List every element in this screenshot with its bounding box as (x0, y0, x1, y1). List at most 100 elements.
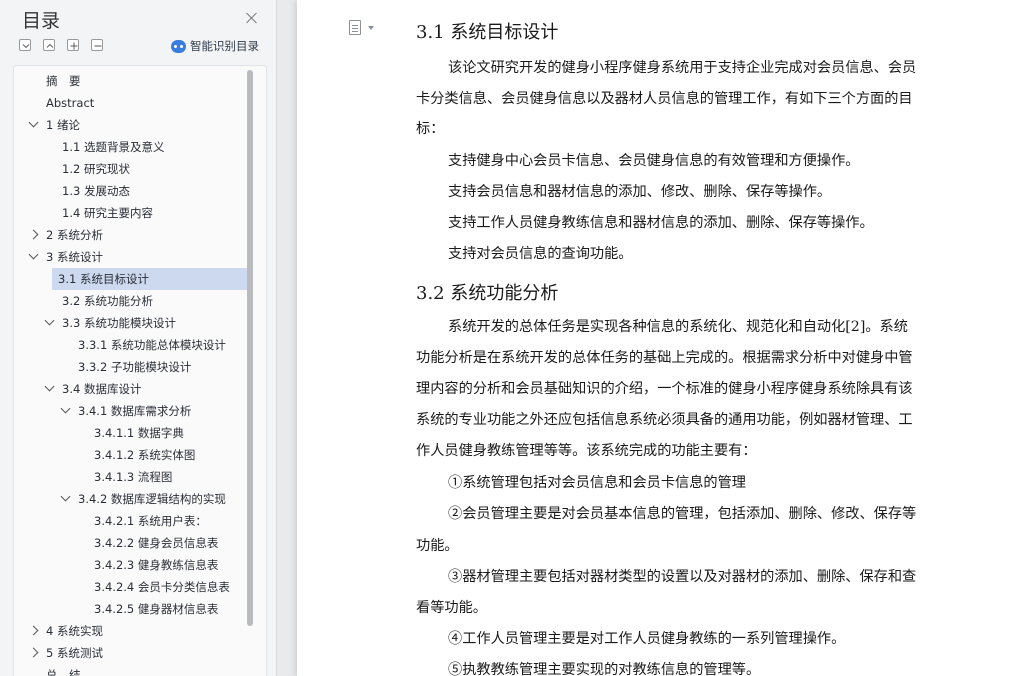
toc-item[interactable]: 3 系统设计 (24, 246, 248, 268)
toc-item[interactable]: 3.4.2 数据库逻辑结构的实现 (24, 488, 248, 510)
paragraph-line: ④工作人员管理主要是对工作人员健身教练的一系列管理操作。 (448, 631, 846, 647)
paragraph-line: 系统开发的总体任务是实现各种信息的系统化、规范化和自动化[2]。系统 (448, 319, 908, 335)
toc-item[interactable]: 3.3.1 系统功能总体模块设计 (24, 334, 248, 356)
chevron-right-icon[interactable] (28, 647, 39, 658)
paragraph-line: 支持健身中心会员卡信息、会员健身信息的有效管理和方便操作。 (448, 153, 860, 169)
toc-item[interactable]: 3.4.1 数据库需求分析 (24, 400, 248, 422)
toc-sidebar: 目录 智能识别目录 摘 要 Abstract 1 绪论 1.1 选题背景及意义 1.2 … (0, 0, 277, 676)
paragraph-line: 看等功能。 (416, 600, 487, 616)
toc-list: 摘 要 Abstract 1 绪论 1.1 选题背景及意义 1.2 研究现状 1.3 发展… (13, 65, 267, 676)
toc-item[interactable]: 4 系统实现 (24, 620, 248, 642)
toc-item-label: 3.4.1.2 系统实体图 (94, 448, 196, 462)
close-icon[interactable] (244, 10, 260, 26)
toc-item-label: 2 系统分析 (46, 228, 103, 242)
toc-item[interactable]: Abstract (24, 92, 248, 114)
toc-scrollbar[interactable] (247, 70, 253, 630)
toc-item-label: 摘 要 (46, 74, 81, 88)
toc-item-label: 4 系统实现 (46, 624, 103, 638)
toc-item-label: 3.4.2 数据库逻辑结构的实现 (78, 492, 226, 506)
toc-item[interactable]: 1 绪论 (24, 114, 248, 136)
paragraph-line: 理内容的分析和会员基础知识的介绍，一个标准的健身小程序健身系统除具有该 (416, 381, 913, 397)
toc-item[interactable]: 5 系统测试 (24, 642, 248, 664)
toc-item[interactable]: 3.4.2.3 健身教练信息表 (24, 554, 248, 576)
toc-item-label: 3.3 系统功能模块设计 (62, 316, 176, 330)
sidebar-title: 目录 (22, 10, 61, 32)
chevron-right-icon[interactable] (28, 625, 39, 636)
add-heading-icon[interactable] (67, 39, 79, 51)
toc-item-label: 1.4 研究主要内容 (62, 206, 153, 220)
toc-item[interactable]: 3.3 系统功能模块设计 (24, 312, 248, 334)
paragraph-line: ②会员管理主要是对会员基本信息的管理，包括添加、删除、修改、保存等 (448, 506, 917, 522)
toc-item-label: 3.4.1.3 流程图 (94, 470, 173, 484)
toc-item-label: 3.4.2.2 健身会员信息表 (94, 536, 219, 550)
ai-robot-icon (171, 39, 186, 53)
toc-item[interactable]: 3.4.2.4 会员卡分类信息表 (24, 576, 248, 598)
toc-item-label: 1 绪论 (46, 118, 80, 132)
toc-item[interactable]: 3.3.2 子功能模块设计 (24, 356, 248, 378)
toc-item-label: 3.4.1 数据库需求分析 (78, 404, 192, 418)
toc-item-label: 3.3.1 系统功能总体模块设计 (78, 338, 226, 352)
smart-recognize-button[interactable]: 智能识别目录 (171, 37, 259, 55)
paragraph-line: 功能。 (416, 538, 459, 554)
section-heading-3-1: 3.1 系统目标设计 (416, 22, 559, 43)
smart-recognize-label: 智能识别目录 (190, 39, 259, 53)
toc-item-label: 3.1 系统目标设计 (58, 272, 149, 286)
paragraph-line: 支持对会员信息的查询功能。 (448, 246, 633, 262)
toc-item-label: 3.4.2.4 会员卡分类信息表 (94, 580, 230, 594)
toc-item-label: 3.2 系统功能分析 (62, 294, 153, 308)
toc-item[interactable]: 1.2 研究现状 (24, 158, 248, 180)
toc-item[interactable]: 1.4 研究主要内容 (24, 202, 248, 224)
paragraph-line: 支持工作人员健身教练信息和器材信息的添加、删除、保存等操作。 (448, 215, 874, 231)
toc-item-label: 3.4.2.5 健身器材信息表 (94, 602, 219, 616)
toc-item[interactable]: 3.4.2.2 健身会员信息表 (24, 532, 248, 554)
toc-item[interactable]: 3.4.1.1 数据字典 (24, 422, 248, 444)
scrollbar-thumb[interactable] (247, 70, 253, 626)
toc-item[interactable]: 1.1 选题背景及意义 (24, 136, 248, 158)
chevron-down-icon[interactable] (28, 117, 39, 128)
toc-item-label: 总 结 (46, 668, 81, 676)
chevron-down-icon[interactable] (60, 403, 71, 414)
toc-item[interactable]: 3.4.1.3 流程图 (24, 466, 248, 488)
paragraph-line: ①系统管理包括对会员信息和会员卡信息的管理 (448, 475, 746, 491)
chevron-right-icon[interactable] (28, 229, 39, 240)
document-icon[interactable] (349, 20, 361, 35)
chevron-down-icon[interactable] (28, 249, 39, 260)
toc-item-label: 3.4 数据库设计 (62, 382, 142, 396)
expand-all-icon[interactable] (19, 39, 31, 51)
toc-item[interactable]: 总 结 (24, 664, 248, 676)
toc-item-label: Abstract (46, 96, 95, 110)
toc-item-label: 3 系统设计 (46, 250, 103, 264)
toc-item-label: 3.4.2.3 健身教练信息表 (94, 558, 219, 572)
toc-item[interactable]: 1.3 发展动态 (24, 180, 248, 202)
paragraph-line: 作人员健身教练管理等等。该系统完成的功能主要有： (416, 443, 757, 459)
toc-item-label: 3.4.1.1 数据字典 (94, 426, 184, 440)
chevron-down-icon[interactable] (44, 381, 55, 392)
paragraph-line: 标： (416, 121, 445, 137)
toc-item[interactable]: 3.4 数据库设计 (24, 378, 248, 400)
toc-item[interactable]: 2 系统分析 (24, 224, 248, 246)
paragraph-line: 卡分类信息、会员健身信息以及器材人员信息的管理工作，有如下三个方面的目 (416, 91, 913, 107)
collapse-all-icon[interactable] (43, 39, 55, 51)
chevron-down-icon[interactable] (60, 491, 71, 502)
chevron-down-icon[interactable] (44, 315, 55, 326)
toc-item[interactable]: 3.1 系统目标设计 (52, 268, 248, 290)
remove-heading-icon[interactable] (91, 39, 103, 51)
toc-item-label: 3.3.2 子功能模块设计 (78, 360, 192, 374)
paragraph-line: 支持会员信息和器材信息的添加、修改、删除、保存等操作。 (448, 184, 832, 200)
toc-item[interactable]: 3.2 系统功能分析 (24, 290, 248, 312)
paragraph-line: 该论文研究开发的健身小程序健身系统用于支持企业完成对会员信息、会员 (448, 60, 917, 76)
paragraph-line: 功能分析是在系统开发的总体任务的基础上完成的。根据需求分析中对健身中管 (416, 350, 913, 366)
toc-item[interactable]: 3.4.2.1 系统用户表： (24, 510, 248, 532)
toc-item[interactable]: 摘 要 (24, 70, 248, 92)
paragraph-line: 系统的专业功能之外还应包括信息系统必须具备的通用功能，例如器材管理、工 (416, 412, 913, 428)
chevron-down-icon[interactable] (368, 26, 374, 30)
toc-item[interactable]: 3.4.2.5 健身器材信息表 (24, 598, 248, 620)
section-heading-3-2: 3.2 系统功能分析 (416, 283, 559, 304)
toc-item-label: 3.4.2.1 系统用户表： (94, 514, 207, 528)
document-page: 3.1 系统目标设计 该论文研究开发的健身小程序健身系统用于支持企业完成对会员信… (297, 0, 1010, 676)
toc-item-label: 5 系统测试 (46, 646, 103, 660)
toc-item-label: 1.3 发展动态 (62, 184, 130, 198)
toc-item[interactable]: 3.4.1.2 系统实体图 (24, 444, 248, 466)
toc-item-label: 1.2 研究现状 (62, 162, 130, 176)
paragraph-line: ③器材管理主要包括对器材类型的设置以及对器材的添加、删除、保存和查 (448, 569, 917, 585)
